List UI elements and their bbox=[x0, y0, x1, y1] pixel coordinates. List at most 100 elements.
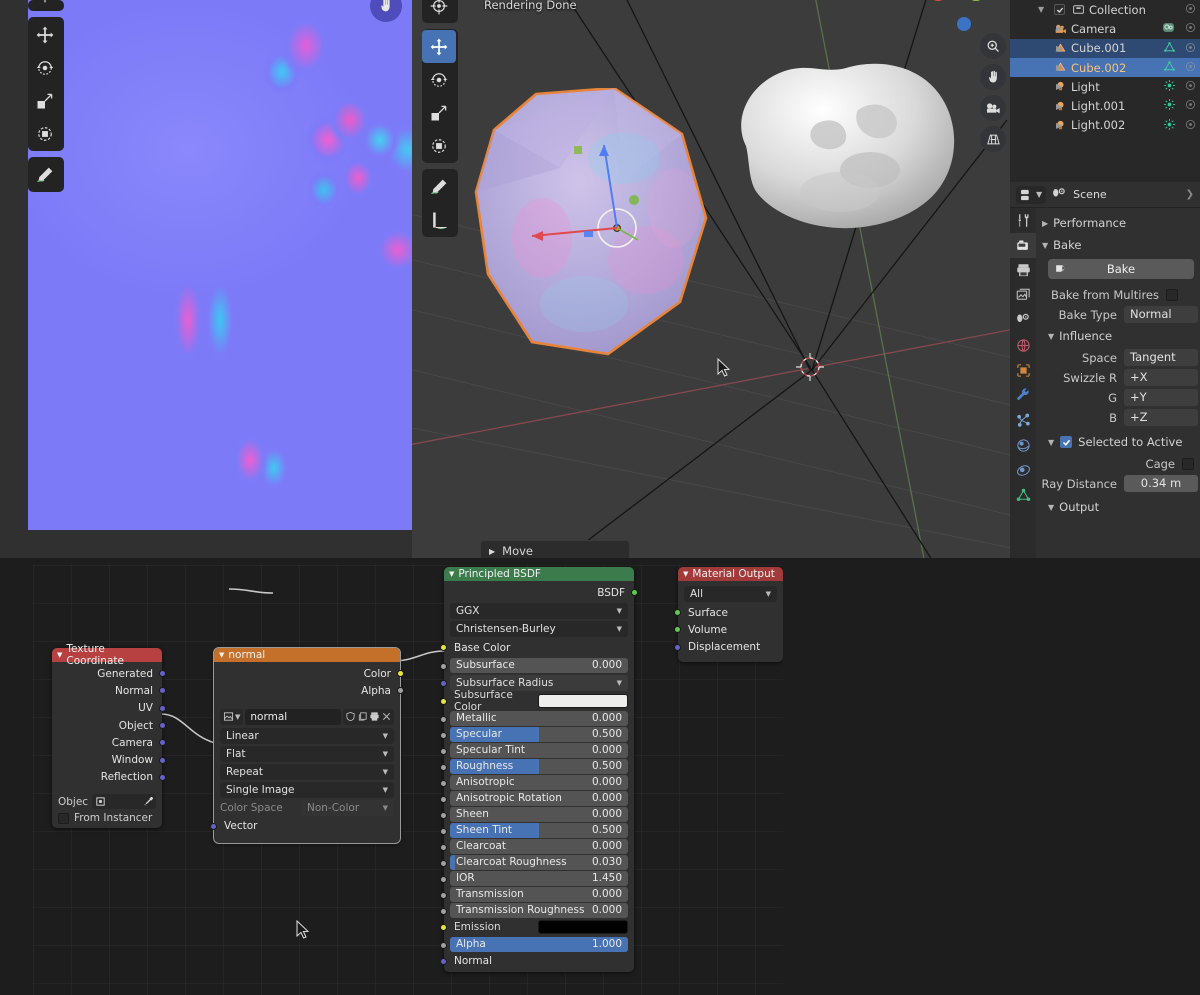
bake-from-multires-row[interactable]: Bake from Multires bbox=[1036, 285, 1200, 304]
transmission-field[interactable]: Transmission0.000 bbox=[450, 887, 628, 902]
metallic-field[interactable]: Metallic0.000 bbox=[450, 711, 628, 726]
socket-specular[interactable] bbox=[440, 732, 447, 739]
image-editor-toolbar[interactable] bbox=[28, 0, 64, 198]
socket-uv[interactable] bbox=[159, 705, 166, 712]
image-datablock-row[interactable]: ▼ normal bbox=[220, 709, 394, 725]
panel-performance[interactable]: ▶ Performance bbox=[1036, 212, 1200, 234]
bsdf-input-alpha[interactable]: Alpha1.000 bbox=[444, 937, 634, 952]
socket-row-reflection[interactable]: Reflection bbox=[52, 769, 162, 786]
panel-influence[interactable]: ▼ Influence bbox=[1036, 325, 1200, 347]
restrict-viewport-icon[interactable] bbox=[1185, 42, 1196, 53]
restrict-viewport-icon[interactable] bbox=[1185, 22, 1196, 33]
distribution-dropdown[interactable]: GGX ▼ bbox=[450, 603, 628, 619]
socket-row-object[interactable]: Object bbox=[52, 717, 162, 734]
mesh-data-icon[interactable] bbox=[1163, 60, 1176, 73]
pan-view-button[interactable] bbox=[980, 64, 1006, 90]
socket-clearcoat[interactable] bbox=[440, 844, 447, 851]
source-dropdown[interactable]: Single Image ▼ bbox=[220, 782, 394, 798]
operator-redo-panel[interactable]: ▶ Move bbox=[480, 540, 630, 558]
socket-row-generated[interactable]: Generated bbox=[52, 665, 162, 682]
mesh-data-icon[interactable] bbox=[1163, 41, 1176, 54]
collapse-caret-icon[interactable]: ▼ bbox=[683, 570, 688, 578]
bsdf-input-emission[interactable]: Emission bbox=[444, 919, 634, 936]
baked-normal-map-image[interactable] bbox=[28, 0, 412, 530]
node-material-output-header[interactable]: ▼ Material Output bbox=[678, 567, 783, 581]
collection-checkbox[interactable] bbox=[1054, 4, 1065, 15]
from-instancer-row[interactable]: From Instancer bbox=[58, 812, 156, 824]
roughness-field[interactable]: Roughness0.500 bbox=[450, 759, 628, 774]
shield-icon[interactable] bbox=[345, 711, 356, 722]
zoom-view-button[interactable] bbox=[980, 33, 1006, 59]
socket-clearcoat-roughness[interactable] bbox=[440, 860, 447, 867]
color-space-row[interactable]: Color Space Non-Color ▼ bbox=[220, 800, 394, 816]
anisotropic-field[interactable]: Anisotropic0.000 bbox=[450, 775, 628, 790]
modifier-tab[interactable] bbox=[1010, 383, 1036, 408]
toggle-perspective-button[interactable] bbox=[980, 126, 1006, 152]
move-tool[interactable] bbox=[422, 30, 456, 63]
socket-subsurface-radius[interactable] bbox=[440, 680, 447, 687]
expand-arrow-icon[interactable]: ▶ bbox=[1056, 44, 1062, 53]
bsdf-input-ior[interactable]: IOR1.450 bbox=[444, 871, 634, 886]
specular-field[interactable]: Specular0.500 bbox=[450, 727, 628, 742]
cage-row[interactable]: Cage bbox=[1036, 454, 1200, 473]
node-principled-bsdf[interactable]: ▼ Principled BSDF BSDF GGX ▼ Christensen… bbox=[444, 567, 634, 972]
socket-surface[interactable] bbox=[674, 609, 681, 616]
socket-alpha[interactable] bbox=[440, 942, 447, 949]
specular-tint-field[interactable]: Specular Tint0.000 bbox=[450, 743, 628, 758]
node-image-texture-header[interactable]: ▼ normal bbox=[214, 648, 400, 662]
socket-row-window[interactable]: Window bbox=[52, 751, 162, 768]
panel-selected-to-active[interactable]: ▼ Selected to Active bbox=[1036, 431, 1200, 453]
viewport-toolbar[interactable] bbox=[422, 0, 458, 243]
socket-anisotropic[interactable] bbox=[440, 780, 447, 787]
socket-roughness[interactable] bbox=[440, 764, 447, 771]
expand-arrow-icon[interactable]: ▶ bbox=[1056, 102, 1062, 111]
bsdf-input-specular-tint[interactable]: Specular Tint0.000 bbox=[444, 743, 634, 758]
bsdf-input-transmission[interactable]: Transmission0.000 bbox=[444, 887, 634, 902]
transform-tool[interactable] bbox=[422, 129, 456, 162]
socket-specular-tint[interactable] bbox=[440, 748, 447, 755]
bsdf-input-clearcoat-roughness[interactable]: Clearcoat Roughness0.030 bbox=[444, 855, 634, 870]
restrict-viewport-icon[interactable] bbox=[1185, 80, 1196, 91]
render-tab[interactable] bbox=[1010, 233, 1036, 258]
properties-tab-strip[interactable] bbox=[1010, 208, 1036, 558]
expand-arrow-icon[interactable]: ▶ bbox=[1056, 82, 1062, 91]
socket-transmission[interactable] bbox=[440, 892, 447, 899]
uv-image-editor[interactable] bbox=[0, 0, 412, 558]
socket-row-color[interactable]: Color bbox=[214, 665, 400, 682]
close-icon[interactable] bbox=[381, 711, 392, 722]
restrict-viewport-icon[interactable] bbox=[1185, 99, 1196, 110]
socket-metallic[interactable] bbox=[440, 716, 447, 723]
bsdf-input-subsurface-color[interactable]: Subsurface Color bbox=[444, 693, 634, 710]
projection-dropdown[interactable]: Flat ▼ bbox=[220, 746, 394, 762]
constraints-tab[interactable] bbox=[1010, 458, 1036, 483]
socket-sheen-tint[interactable] bbox=[440, 828, 447, 835]
ray-distance-row[interactable]: Ray Distance 0.34 m bbox=[1036, 474, 1200, 493]
outliner-row-cube-002[interactable]: ▶Cube.002 bbox=[1010, 58, 1200, 77]
eyedropper-icon[interactable] bbox=[142, 796, 153, 807]
socket-displacement[interactable] bbox=[674, 644, 681, 651]
sheen-field[interactable]: Sheen0.000 bbox=[450, 807, 628, 822]
light-data-icon[interactable] bbox=[1163, 79, 1176, 92]
socket-reflection[interactable] bbox=[159, 774, 166, 781]
socket-ior[interactable] bbox=[440, 876, 447, 883]
bsdf-input-anisotropic-rotation[interactable]: Anisotropic Rotation0.000 bbox=[444, 791, 634, 806]
outliner-row-camera[interactable]: ▶Camera bbox=[1010, 19, 1200, 38]
panel-bake[interactable]: ▼ Bake bbox=[1036, 234, 1200, 256]
socket-anisotropic-rotation[interactable] bbox=[440, 796, 447, 803]
selected-polygon-object[interactable] bbox=[474, 88, 722, 358]
rotate-tool[interactable] bbox=[28, 51, 62, 84]
node-image-texture[interactable]: ▼ normal ColorAlpha ▼ normal bbox=[214, 648, 400, 843]
socket-row-normal[interactable]: Normal bbox=[52, 682, 162, 699]
copy-icon[interactable] bbox=[357, 711, 368, 722]
node-texture-coordinate[interactable]: ▼ Texture Coordinate GeneratedNormalUVOb… bbox=[52, 648, 162, 828]
socket-row-camera[interactable]: Camera bbox=[52, 734, 162, 751]
outliner-editor[interactable]: ▼Collection▶Camera▶Cube.001▶Cube.002▶Lig… bbox=[1010, 0, 1200, 182]
physics-tab[interactable] bbox=[1010, 433, 1036, 458]
anisotropic-rotation-field[interactable]: Anisotropic Rotation0.000 bbox=[450, 791, 628, 806]
light-data-icon[interactable] bbox=[1163, 98, 1176, 111]
swizzle-b-value[interactable]: +Z bbox=[1124, 409, 1198, 426]
particles-tab[interactable] bbox=[1010, 408, 1036, 433]
restrict-viewport-icon[interactable] bbox=[1185, 119, 1196, 130]
socket-sheen[interactable] bbox=[440, 812, 447, 819]
swizzle-b-row[interactable]: B +Z bbox=[1036, 408, 1200, 427]
